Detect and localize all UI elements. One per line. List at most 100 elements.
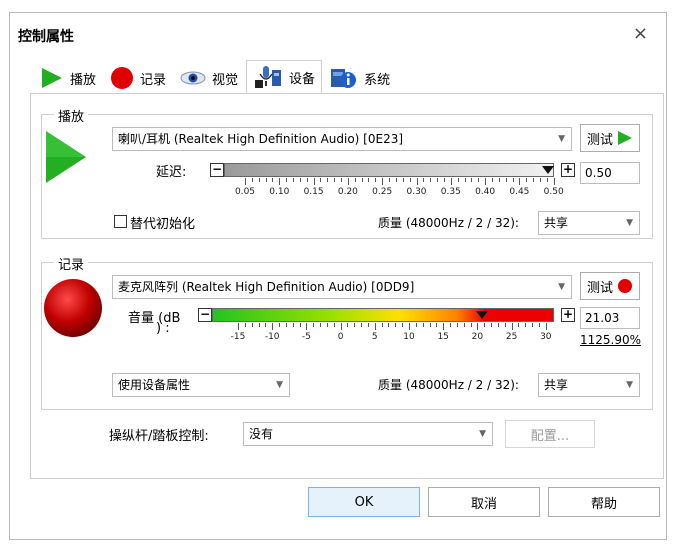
record-test-button[interactable]: 测试 [580, 272, 640, 300]
record-icon [618, 279, 632, 293]
volume-tick-mark [299, 323, 301, 327]
delay-tick-mark [258, 178, 260, 182]
tab-system[interactable]: 系统 [324, 63, 396, 93]
volume-minus-button[interactable]: − [198, 308, 212, 322]
volume-plus-button[interactable]: + [561, 308, 575, 322]
delay-tick-mark [347, 178, 349, 185]
delay-tick-mark [279, 178, 281, 185]
delay-tick-mark [354, 178, 356, 182]
record-icon [110, 66, 134, 90]
delay-tick-label: 0.45 [509, 187, 530, 197]
help-button[interactable]: 帮助 [548, 487, 660, 517]
delay-slider[interactable] [224, 163, 554, 177]
tab-record[interactable]: 记录 [104, 63, 172, 93]
volume-tick-mark [456, 323, 458, 327]
playback-share-value: 共享 [544, 216, 569, 230]
volume-percent-link[interactable]: 1125.90% [580, 333, 641, 347]
volume-tick-mark [347, 323, 349, 327]
volume-tick-mark [340, 323, 342, 330]
delay-minus-button[interactable]: − [210, 163, 224, 177]
eye-icon [180, 70, 206, 86]
alt-init-label: 替代初始化 [130, 217, 196, 232]
volume-tick-mark [545, 323, 547, 330]
volume-slider[interactable] [212, 308, 554, 322]
volume-tick-mark [450, 323, 452, 327]
delay-tick-mark [286, 178, 288, 182]
volume-tick-mark [279, 323, 281, 327]
delay-tick-mark [375, 178, 377, 182]
volume-tick-mark [429, 323, 431, 327]
delay-tick-mark [539, 178, 541, 182]
delay-tick-mark [293, 178, 295, 182]
delay-tick-mark [471, 178, 473, 182]
volume-tick-label: 10 [403, 332, 415, 342]
volume-tick-mark [238, 323, 239, 330]
record-group-title: 记录 [54, 254, 89, 273]
joystick-value: 没有 [249, 427, 274, 441]
delay-tick-label: 0.25 [372, 187, 393, 197]
delay-tick-label: 0.30 [406, 187, 427, 197]
delay-value-input[interactable]: 0.50 [580, 162, 640, 184]
delay-slider-thumb[interactable] [542, 166, 554, 174]
record-quality-label: 质量 (48000Hz / 2 / 32): [378, 378, 519, 392]
volume-tick-mark [422, 323, 424, 327]
playback-test-button[interactable]: 测试 [580, 124, 640, 152]
cancel-button[interactable]: 取消 [428, 487, 540, 517]
delay-tick-mark [395, 178, 397, 182]
tab-bar: 播放 记录 视觉 设备 系统 [34, 60, 398, 94]
record-device-value: 麦克风阵列 (Realtek High Definition Audio) [0… [118, 280, 415, 294]
joystick-label: 操纵杆/踏板控制: [109, 429, 209, 444]
volume-tick-label: 20 [471, 332, 484, 342]
delay-tick-label: 0.20 [337, 187, 358, 197]
alt-init-checkbox[interactable] [114, 215, 127, 228]
delay-tick-mark [450, 178, 452, 185]
delay-plus-button[interactable]: + [561, 163, 575, 177]
ok-button[interactable]: OK [308, 487, 420, 517]
volume-tick-mark [511, 323, 513, 330]
volume-slider-thumb[interactable] [476, 311, 488, 319]
volume-tick-mark [306, 323, 308, 330]
volume-tick-mark [285, 323, 287, 327]
delay-tick-mark [306, 178, 308, 182]
joystick-select[interactable]: 没有 ▼ [243, 422, 493, 446]
record-device-select[interactable]: 麦克风阵列 (Realtek High Definition Audio) [0… [112, 275, 572, 299]
volume-tick-mark [258, 323, 260, 327]
record-share-select[interactable]: 共享 ▼ [538, 373, 640, 397]
config-button[interactable]: 配置... [505, 420, 595, 448]
volume-tick-mark [388, 323, 390, 327]
playback-share-select[interactable]: 共享 ▼ [538, 211, 640, 235]
volume-tick-mark [251, 323, 253, 327]
delay-tick-mark [416, 178, 418, 185]
close-icon[interactable]: × [633, 23, 648, 44]
device-properties-select[interactable]: 使用设备属性 ▼ [112, 373, 290, 397]
volume-label-line2: ) : [156, 321, 170, 336]
delay-tick-label: 0.10 [269, 187, 290, 197]
volume-tick-mark [477, 323, 479, 330]
delay-tick-mark [361, 178, 363, 182]
delay-tick-label: 0.35 [440, 187, 461, 197]
volume-tick-label: -10 [264, 332, 280, 342]
volume-tick-label: 30 [540, 332, 552, 342]
tab-playback[interactable]: 播放 [34, 63, 102, 93]
tab-label: 设备 [289, 71, 316, 87]
delay-tick-mark [272, 178, 274, 182]
delay-tick-mark [409, 178, 411, 182]
volume-tick-label: 15 [437, 332, 449, 342]
volume-tick-mark [272, 323, 274, 330]
playback-device-value: 喇叭/耳机 (Realtek High Definition Audio) [0… [118, 132, 404, 146]
volume-tick-mark [361, 323, 363, 327]
play-icon [618, 131, 632, 145]
volume-tick-mark [532, 323, 534, 327]
volume-label-line1: 音量 (dB [128, 311, 181, 326]
delay-tick-mark [519, 178, 521, 185]
playback-device-select[interactable]: 喇叭/耳机 (Realtek High Definition Audio) [0… [112, 127, 572, 151]
delay-tick-mark [485, 178, 487, 185]
tab-visual[interactable]: 视觉 [174, 63, 244, 93]
delay-tick-mark [505, 178, 507, 182]
tab-device[interactable]: 设备 [246, 60, 323, 94]
volume-value-input[interactable]: 21.03 [580, 307, 640, 329]
volume-tick-mark [409, 323, 410, 330]
delay-tick-mark [245, 178, 246, 185]
delay-tick-mark [533, 178, 535, 182]
delay-tick-mark [334, 178, 336, 182]
